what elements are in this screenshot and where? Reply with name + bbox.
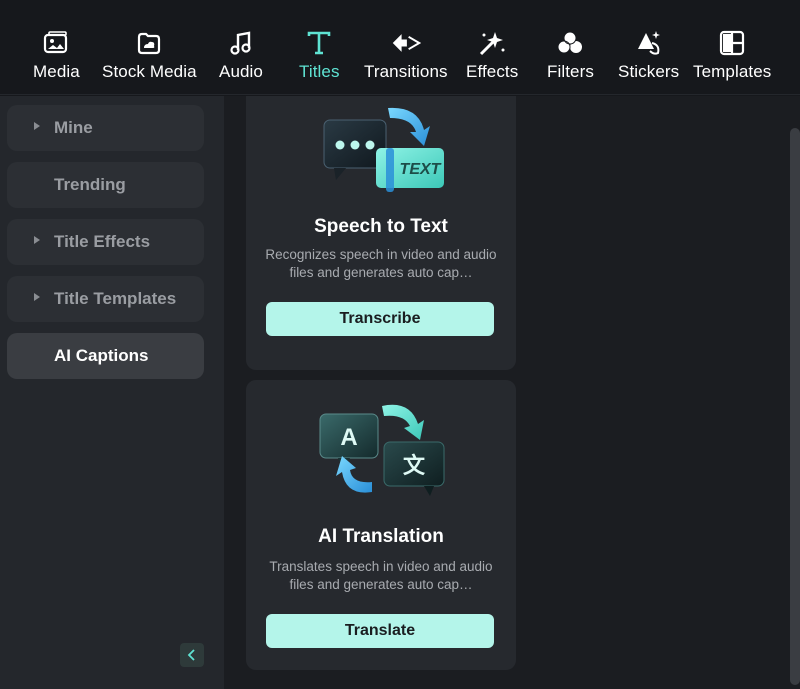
sparkle-effects-icon: [477, 28, 507, 58]
tab-label: Effects: [466, 62, 519, 81]
tab-label: Templates: [693, 62, 772, 81]
speech-to-text-illustration: TEXT: [306, 100, 456, 210]
tab-effects[interactable]: Effects: [466, 28, 518, 82]
expand-arrow-icon: [34, 293, 40, 301]
art-letter-a: A: [340, 424, 357, 451]
top-toolbar: Media Stock Media Audio Titles Transitio…: [0, 0, 800, 95]
ai-translation-illustration: A 文: [306, 396, 456, 506]
chevron-left-icon: [187, 649, 195, 661]
tab-filters[interactable]: Filters: [547, 28, 594, 82]
transitions-icon: [391, 28, 421, 58]
card-description: Translates speech in video and audio fil…: [269, 559, 493, 592]
captions-content: TEXT Speech to Text Recognizes speech in…: [224, 96, 800, 689]
stock-media-icon: [134, 28, 164, 58]
translate-button[interactable]: Translate: [266, 614, 494, 648]
card-title: AI Translation: [318, 526, 444, 547]
art-letter-b: 文: [403, 453, 426, 479]
sidebar: Mine Trending Title Effects Title Templa…: [0, 96, 224, 689]
tab-label: Stock Media: [102, 62, 197, 81]
ai-translation-card: A 文 AI Translation Translates speech in …: [246, 380, 516, 670]
sidebar-item-label: Mine: [54, 118, 93, 137]
tab-label: Audio: [219, 62, 263, 81]
music-note-icon: [226, 28, 256, 58]
tab-label: Media: [33, 62, 80, 81]
transcribe-button[interactable]: Transcribe: [266, 302, 494, 336]
sidebar-item-label: Trending: [54, 175, 126, 194]
sidebar-item-ai-captions[interactable]: AI Captions: [7, 333, 204, 379]
tab-media[interactable]: Media: [33, 28, 80, 82]
tab-stock-media[interactable]: Stock Media: [102, 28, 197, 82]
tab-transitions[interactable]: Transitions: [364, 28, 448, 82]
tab-titles[interactable]: Titles: [299, 28, 340, 82]
sidebar-item-title-effects[interactable]: Title Effects: [7, 219, 204, 265]
stickers-icon: [634, 28, 664, 58]
collapse-sidebar-button[interactable]: [180, 643, 204, 667]
expand-arrow-icon: [34, 236, 40, 244]
tab-stickers[interactable]: Stickers: [618, 28, 679, 82]
title-t-icon: [304, 28, 334, 58]
tab-label: Transitions: [364, 62, 448, 81]
media-icon: [41, 28, 71, 58]
tab-audio[interactable]: Audio: [219, 28, 263, 82]
expand-arrow-icon: [34, 122, 40, 130]
sidebar-item-label: Title Effects: [54, 232, 151, 251]
templates-icon: [717, 28, 747, 58]
vertical-scrollbar[interactable]: [790, 128, 800, 685]
sidebar-item-label: AI Captions: [54, 346, 149, 365]
tab-label: Filters: [547, 62, 594, 81]
tab-label: Titles: [299, 62, 340, 81]
speech-to-text-card: TEXT Speech to Text Recognizes speech in…: [246, 96, 516, 370]
sidebar-item-mine[interactable]: Mine: [7, 105, 204, 151]
tab-label: Stickers: [618, 62, 680, 81]
card-description: Recognizes speech in video and audio fil…: [265, 247, 497, 280]
tab-templates[interactable]: Templates: [693, 28, 771, 82]
sidebar-item-label: Title Templates: [54, 289, 177, 308]
art-text-label: TEXT: [400, 161, 442, 178]
sidebar-item-title-templates[interactable]: Title Templates: [7, 276, 204, 322]
card-title: Speech to Text: [314, 216, 448, 237]
sidebar-item-trending[interactable]: Trending: [7, 162, 204, 208]
filters-circles-icon: [555, 28, 585, 58]
